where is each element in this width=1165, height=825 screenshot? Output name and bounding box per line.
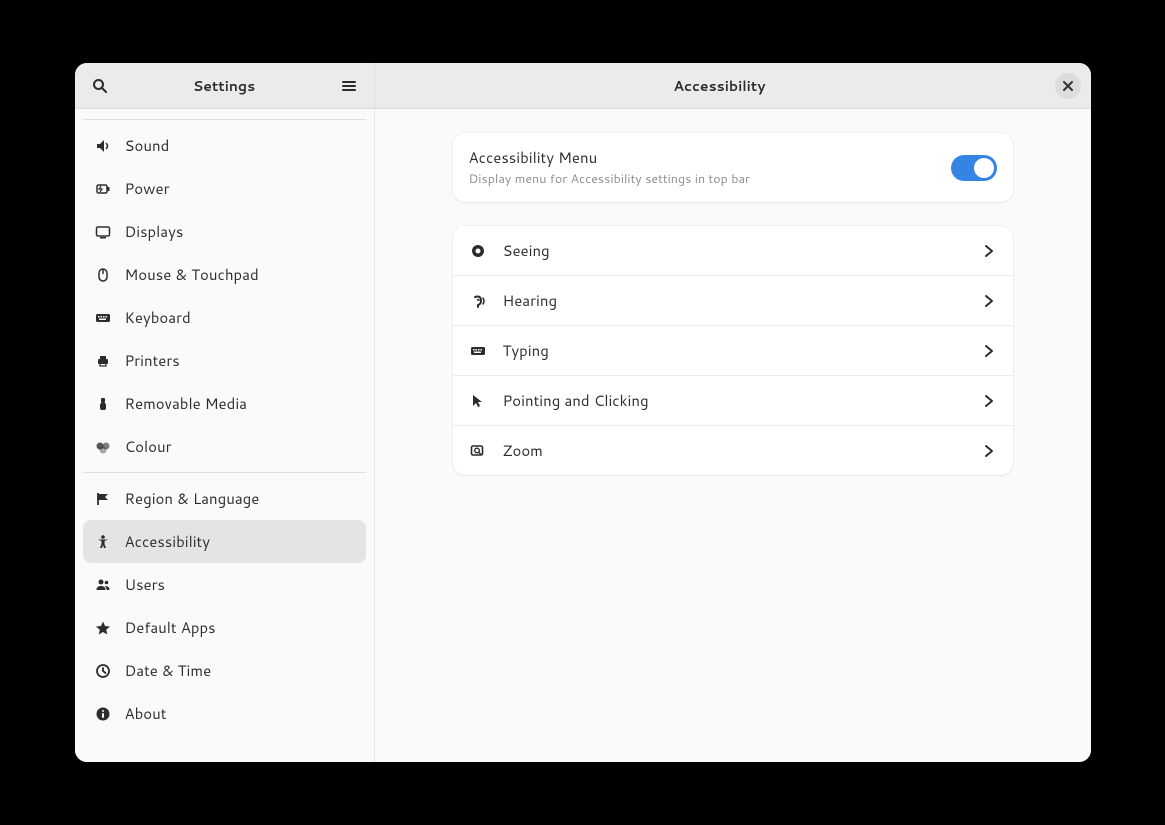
clock-icon: [95, 663, 111, 679]
sidebar-item-label: Colour: [125, 436, 172, 457]
sidebar-item-defaultapps[interactable]: Default Apps: [83, 606, 366, 649]
sidebar-item-users[interactable]: Users: [83, 563, 366, 606]
sidebar-item-label: About: [125, 703, 167, 724]
accessibility-menu-card: Accessibility Menu Display menu for Acce…: [453, 133, 1013, 202]
accessibility-menu-title: Accessibility Menu: [469, 147, 935, 168]
sidebar-item-region[interactable]: Region & Language: [83, 477, 366, 520]
cursor-icon: [469, 392, 487, 410]
accessibility-menu-row[interactable]: Accessibility Menu Display menu for Acce…: [453, 133, 1013, 202]
sidebar-item-accessibility[interactable]: Accessibility: [83, 520, 366, 563]
section-label: Zoom: [503, 440, 965, 461]
sidebar-item-label: Mouse & Touchpad: [125, 264, 259, 285]
section-label: Hearing: [503, 290, 965, 311]
sidebar-item-label: Keyboard: [125, 307, 191, 328]
display-icon: [95, 224, 111, 240]
keyboard-icon: [95, 310, 111, 326]
accessibility-menu-text: Accessibility Menu Display menu for Acce…: [469, 147, 935, 188]
accessibility-sections-card: Seeing Hearing Typing Pointing and Clicking…: [453, 226, 1013, 475]
section-label: Seeing: [503, 240, 965, 261]
section-row-seeing[interactable]: Seeing: [453, 226, 1013, 276]
section-row-pointing[interactable]: Pointing and Clicking: [453, 376, 1013, 426]
sidebar-separator: [83, 472, 366, 473]
section-row-typing[interactable]: Typing: [453, 326, 1013, 376]
titlebar-main: Accessibility: [375, 63, 1091, 108]
sidebar-item-datetime[interactable]: Date & Time: [83, 649, 366, 692]
speaker-icon: [95, 138, 111, 154]
accessibility-menu-switch[interactable]: [951, 155, 997, 181]
sidebar-item-removable[interactable]: Removable Media: [83, 382, 366, 425]
sidebar-item-label: Sound: [125, 135, 170, 156]
sidebar-item-label: Region & Language: [125, 488, 260, 509]
search-icon: [92, 78, 108, 94]
sidebar-item-label: Removable Media: [125, 393, 247, 414]
switch-knob: [974, 158, 994, 178]
accessibility-icon: [95, 534, 111, 550]
sidebar-item-printers[interactable]: Printers: [83, 339, 366, 382]
sidebar-item-about[interactable]: About: [83, 692, 366, 735]
titlebar: Settings Accessibility: [75, 63, 1091, 109]
sidebar-item-label: Users: [125, 574, 165, 595]
main-content: Accessibility Menu Display menu for Acce…: [375, 109, 1091, 762]
section-label: Typing: [503, 340, 965, 361]
sidebar-item-keyboard[interactable]: Keyboard: [83, 296, 366, 339]
section-row-zoom[interactable]: Zoom: [453, 426, 1013, 475]
users-icon: [95, 577, 111, 593]
chevron-right-icon: [981, 343, 997, 359]
sidebar-item-label: Accessibility: [125, 531, 211, 552]
chevron-right-icon: [981, 243, 997, 259]
accessibility-menu-subtitle: Display menu for Accessibility settings …: [469, 170, 935, 188]
chevron-right-icon: [981, 443, 997, 459]
sidebar-item-label: Displays: [125, 221, 184, 242]
window-body: Sound Power Displays Mouse & Touchpad Keyboa…: [75, 109, 1091, 762]
sidebar-separator: [83, 119, 366, 120]
menu-icon: [341, 78, 357, 94]
eye-icon: [469, 242, 487, 260]
zoom-icon: [469, 442, 487, 460]
search-button[interactable]: [85, 71, 115, 101]
sidebar-item-label: Printers: [125, 350, 180, 371]
mouse-icon: [95, 267, 111, 283]
sidebar-item-label: Default Apps: [125, 617, 216, 638]
sidebar-item-colour[interactable]: Colour: [83, 425, 366, 468]
sidebar-title: Settings: [115, 76, 334, 96]
sidebar-item-label: Power: [125, 178, 170, 199]
sidebar-item-mouse[interactable]: Mouse & Touchpad: [83, 253, 366, 296]
section-row-hearing[interactable]: Hearing: [453, 276, 1013, 326]
keyboard-icon: [469, 342, 487, 360]
sidebar-item-sound[interactable]: Sound: [83, 124, 366, 167]
close-icon: [1061, 79, 1075, 93]
titlebar-sidebar: Settings: [75, 63, 375, 108]
main-title: Accessibility: [385, 76, 1055, 96]
sidebar-item-label: Date & Time: [125, 660, 212, 681]
menu-button[interactable]: [334, 71, 364, 101]
flag-icon: [95, 491, 111, 507]
usb-icon: [95, 396, 111, 412]
chevron-right-icon: [981, 393, 997, 409]
printer-icon: [95, 353, 111, 369]
section-label: Pointing and Clicking: [503, 390, 965, 411]
ear-icon: [469, 292, 487, 310]
settings-window: Settings Accessibility Sound Power Display…: [75, 63, 1091, 762]
close-button[interactable]: [1055, 73, 1081, 99]
star-icon: [95, 620, 111, 636]
sidebar-item-displays[interactable]: Displays: [83, 210, 366, 253]
chevron-right-icon: [981, 293, 997, 309]
sidebar[interactable]: Sound Power Displays Mouse & Touchpad Keyboa…: [75, 109, 375, 762]
colour-icon: [95, 439, 111, 455]
battery-icon: [95, 181, 111, 197]
info-icon: [95, 706, 111, 722]
sidebar-item-power[interactable]: Power: [83, 167, 366, 210]
